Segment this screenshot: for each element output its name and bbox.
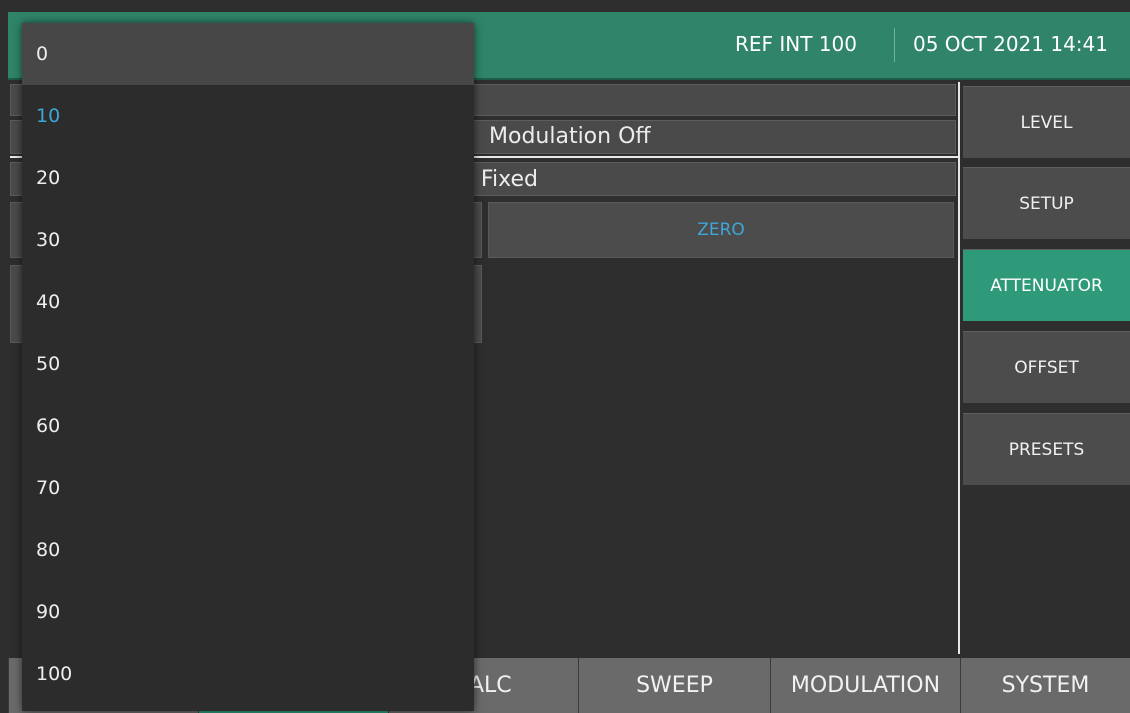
header-divider [894,28,895,62]
dropdown-option[interactable]: 70 [22,457,474,519]
dropdown-option[interactable]: 20 [22,147,474,209]
tab-modulation[interactable]: MODULATION [770,658,960,713]
dropdown-option[interactable]: 40 [22,271,474,333]
tab-sweep[interactable]: SWEEP [578,658,770,713]
side-menu-level[interactable]: LEVEL [963,86,1130,158]
dropdown-option[interactable]: 60 [22,395,474,457]
side-menu-divider [958,82,960,654]
dropdown-option[interactable]: 100 [22,643,474,705]
dropdown-option[interactable]: 10 [22,85,474,147]
tab-system[interactable]: SYSTEM [960,658,1130,713]
side-menu-offset[interactable]: OFFSET [963,331,1130,403]
side-menu-attenuator[interactable]: ATTENUATOR [963,249,1130,321]
dropdown-option[interactable]: 90 [22,581,474,643]
dropdown-option[interactable]: 80 [22,519,474,581]
reference-status: REF INT 100 [735,32,858,56]
attenuation-dropdown-list[interactable]: 0 10 20 30 40 50 60 70 80 90 100 [22,23,474,711]
datetime-display: 05 OCT 2021 14:41 [913,32,1108,56]
side-menu-presets[interactable]: PRESETS [963,413,1130,485]
app-screen: REF INT 100 05 OCT 2021 14:41 Modulation… [0,0,1130,713]
zero-button[interactable]: ZERO [488,202,954,258]
dropdown-option[interactable]: 30 [22,209,474,271]
side-menu-setup[interactable]: SETUP [963,167,1130,239]
modulation-status: Modulation Off [489,124,651,149]
dropdown-option[interactable]: 50 [22,333,474,395]
dropdown-option[interactable]: 0 [22,23,474,85]
